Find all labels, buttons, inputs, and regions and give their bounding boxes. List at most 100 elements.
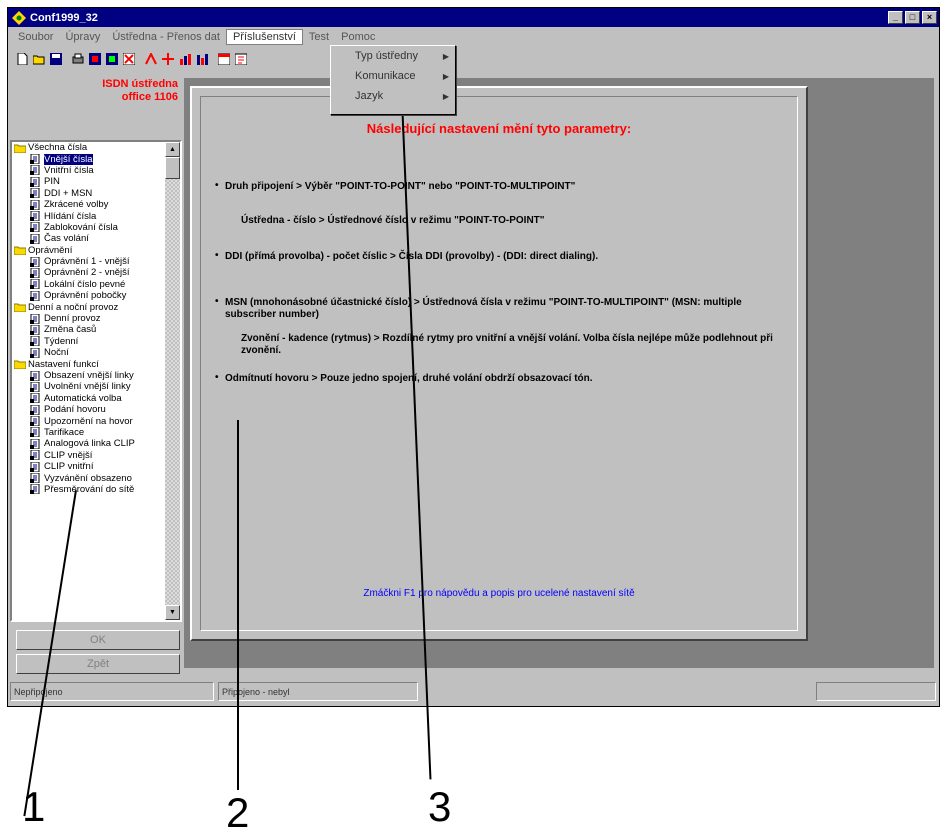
tree-label: Oprávnění 1 - vnější <box>44 256 130 268</box>
open-button[interactable] <box>31 51 47 67</box>
document-icon <box>30 404 40 415</box>
chart-button[interactable] <box>177 51 193 67</box>
help-hint-link[interactable]: Zmáčkni F1 pro nápovědu a popis pro ucel… <box>201 588 797 599</box>
cancel-button[interactable]: Zpět <box>16 654 180 674</box>
new-button[interactable] <box>14 51 30 67</box>
dropdown-item-language[interactable]: Jazyk ▶ <box>331 86 455 106</box>
tree-item[interactable]: Vnitřní čísla <box>12 165 165 176</box>
dropdown-item-communication[interactable]: Komunikace ▶ <box>331 66 455 86</box>
menu-test[interactable]: Test <box>303 30 335 44</box>
connect-icon <box>162 53 174 65</box>
menu-edit[interactable]: Úpravy <box>59 30 106 44</box>
maximize-button[interactable]: □ <box>905 11 920 24</box>
minimize-button[interactable]: _ <box>888 11 903 24</box>
tree-item[interactable]: CLIP vnitřní <box>12 461 165 472</box>
read-icon <box>89 53 101 65</box>
status-pane-state: Připojeno - nebyl <box>218 682 418 701</box>
tree-item[interactable]: Vnější čísla <box>12 153 165 165</box>
tree-item[interactable]: PIN <box>12 176 165 187</box>
paragraph-msn: • MSN (mnohonásobné účastnické číslo) > Ú… <box>215 296 742 320</box>
new-icon <box>17 53 28 65</box>
tree-folder[interactable]: Nastavení funkcí <box>12 358 165 370</box>
tree-label: Oprávnění <box>28 244 73 256</box>
tree-item[interactable]: Oprávnění 1 - vnější <box>12 256 165 267</box>
paragraph-number: Ústředna - číslo > Ústřednové číslo v re… <box>241 215 545 226</box>
tree-item[interactable]: Zablokování čísla <box>12 222 165 233</box>
tree-item[interactable]: Obsazení vnější linky <box>12 370 165 381</box>
document-icon <box>30 154 40 165</box>
title-bar: Conf1999_32 _ □ × <box>8 8 939 27</box>
tree-item[interactable]: Přesměrování do sítě <box>12 484 165 495</box>
tree-item[interactable]: Analogová linka CLIP <box>12 438 165 449</box>
tree-item[interactable]: Oprávnění 2 - vnější <box>12 267 165 278</box>
tree-item[interactable]: Zkrácené volby <box>12 199 165 210</box>
paragraph-connection-type: • Druh připojení > Výběr "POINT-TO-POINT"… <box>215 180 576 192</box>
cost-button[interactable] <box>233 51 249 67</box>
read-button[interactable] <box>87 51 103 67</box>
menu-help[interactable]: Pomoc <box>335 30 381 44</box>
content-frame: Následující nastavení mění tyto parametr… <box>190 86 808 641</box>
tree-label: Týdenní <box>44 335 79 347</box>
document-icon <box>30 279 40 290</box>
tree-item[interactable]: Hlídání čísla <box>12 210 165 222</box>
tree-item[interactable]: CLIP vnější <box>12 450 165 461</box>
tree-scrollbar[interactable]: ▲ ▼ <box>165 142 180 620</box>
tree-item[interactable]: Denní provoz <box>12 313 165 324</box>
paragraph-reject: • Odmítnutí hovoru > Pouze jedno spojení,… <box>215 372 593 384</box>
tree-label: Upozornění na hovor <box>44 415 133 427</box>
reset-button[interactable] <box>121 51 137 67</box>
window-title: Conf1999_32 <box>30 11 98 24</box>
chart2-button[interactable] <box>194 51 210 67</box>
tree-item[interactable]: Lokální číslo pevné <box>12 279 165 290</box>
scroll-thumb[interactable] <box>165 157 180 179</box>
document-icon <box>30 393 40 404</box>
tree-item[interactable]: Podání hovoru <box>12 404 165 415</box>
document-icon <box>30 461 40 472</box>
tree-item[interactable]: DDI + MSN <box>12 188 165 199</box>
print-button[interactable] <box>70 51 86 67</box>
tree-folder[interactable]: Všechna čísla <box>12 142 165 153</box>
tree-label: Zablokování čísla <box>44 221 118 233</box>
write-button[interactable] <box>104 51 120 67</box>
tree-label: Podání hovoru <box>44 404 106 416</box>
menu-accessories[interactable]: Příslušenství <box>225 29 303 45</box>
ok-button[interactable]: OK <box>16 630 180 650</box>
connect-button[interactable] <box>160 51 176 67</box>
menu-transfer[interactable]: Ústředna - Přenos dat <box>106 30 226 44</box>
tree-folder[interactable]: Oprávnění <box>12 245 165 256</box>
save-button[interactable] <box>48 51 64 67</box>
tree-label: Tarifikace <box>44 426 85 438</box>
tree-item[interactable]: Vyzvánění obsazeno <box>12 472 165 484</box>
tree-label: Přesměrování do sítě <box>44 483 135 495</box>
tree-item[interactable]: Tarifikace <box>12 427 165 438</box>
scroll-down-button[interactable]: ▼ <box>165 605 180 620</box>
tree-folder[interactable]: Denní a noční provoz <box>12 301 165 313</box>
tree-item[interactable]: Noční <box>12 347 165 358</box>
chart-icon <box>180 54 191 65</box>
menu-file[interactable]: Soubor <box>12 30 59 44</box>
document-icon <box>30 267 40 278</box>
tree-label: CLIP vnitřní <box>44 461 94 473</box>
tree-item[interactable]: Automatická volba <box>12 393 165 404</box>
tree-item[interactable]: Týdenní <box>12 336 165 347</box>
maximize-icon: □ <box>909 12 916 22</box>
document-icon <box>30 484 40 495</box>
tree-item[interactable]: Změna časů <box>12 324 165 335</box>
content-panel: Následující nastavení mění tyto parametr… <box>200 96 798 631</box>
tree-item[interactable]: Upozornění na hovor <box>12 415 165 427</box>
close-button[interactable]: × <box>922 11 937 24</box>
tree-item[interactable]: Uvolnění vnější linky <box>12 381 165 392</box>
dropdown-item-type[interactable]: Typ ústředny ▶ <box>331 46 455 66</box>
submenu-arrow-icon: ▶ <box>442 91 449 101</box>
left-panel: ISDN ústředna office 1106 Všechna čísla V… <box>10 78 182 674</box>
callout-label-1: 1 <box>22 783 46 830</box>
minimize-icon: _ <box>892 12 898 22</box>
calendar-button[interactable] <box>216 51 232 67</box>
callout-label-3: 3 <box>428 783 452 830</box>
test-button[interactable] <box>143 51 159 67</box>
tree-item[interactable]: Oprávnění pobočky <box>12 290 165 301</box>
scroll-up-button[interactable]: ▲ <box>165 142 180 157</box>
content-heading: Následující nastavení mění tyto parametr… <box>366 121 632 136</box>
toolbar <box>8 46 939 104</box>
tree-item[interactable]: Čas volání <box>12 233 165 244</box>
